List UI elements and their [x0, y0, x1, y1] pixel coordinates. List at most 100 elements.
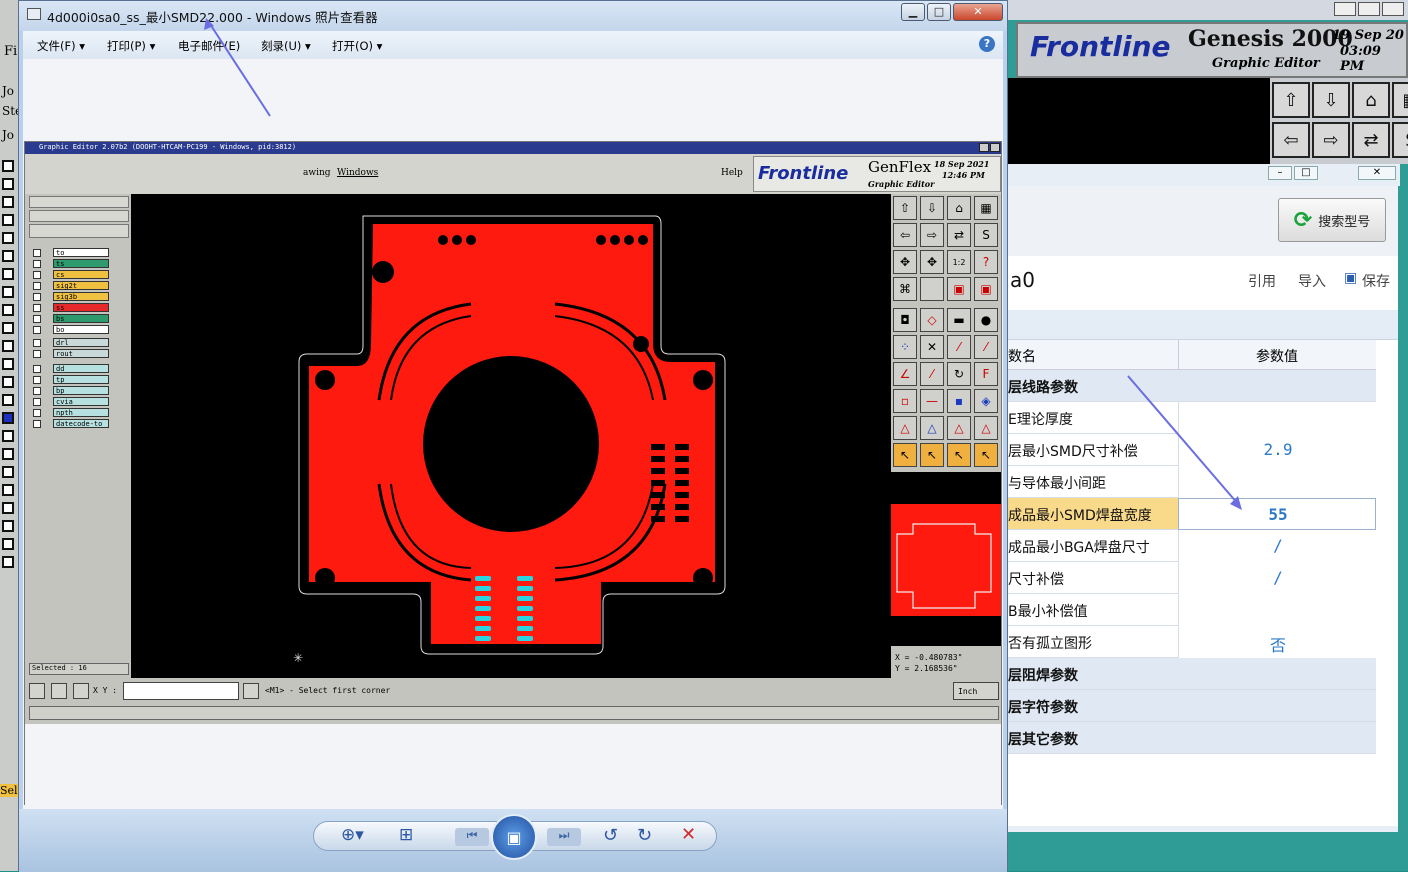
background-checkbox[interactable]: [2, 250, 14, 262]
tool-icon[interactable]: ✥: [920, 250, 944, 274]
ge-grid-icon[interactable]: [51, 683, 67, 699]
layer-checkbox[interactable]: [33, 260, 41, 268]
help-icon[interactable]: ?: [979, 36, 995, 52]
layer-item[interactable]: to: [53, 248, 109, 257]
units-select[interactable]: Inch: [953, 682, 999, 700]
tool-icon[interactable]: 1:2: [947, 250, 971, 274]
table-row[interactable]: 成品最小SMD焊盘宽度 55: [1008, 498, 1376, 530]
param-value-cell[interactable]: /: [1178, 530, 1376, 562]
tool-icon[interactable]: ◘: [893, 308, 917, 332]
tool-icon[interactable]: ⇧: [893, 196, 917, 220]
ge-left-field[interactable]: [29, 210, 129, 222]
ge-menu-help[interactable]: Help: [721, 168, 743, 178]
background-checkbox[interactable]: [2, 394, 14, 406]
tool-icon[interactable]: △: [947, 416, 971, 440]
tool-icon[interactable]: ▣: [974, 277, 998, 301]
ge-info-icon[interactable]: [243, 683, 259, 699]
ge-menu-drawing[interactable]: awing: [303, 168, 331, 178]
table-row[interactable]: 层最小SMD尺寸补偿 2.9: [1008, 434, 1376, 466]
tool-icon[interactable]: ⌘: [893, 277, 917, 301]
background-checkbox[interactable]: [2, 196, 14, 208]
table-section-row[interactable]: 层线路参数: [1008, 370, 1376, 402]
tool-icon[interactable]: ⁄: [974, 335, 998, 359]
background-checkbox[interactable]: [2, 520, 14, 532]
table-row[interactable]: 成品最小BGA焊盘尺寸 /: [1008, 530, 1376, 562]
background-checkbox[interactable]: [2, 214, 14, 226]
zoom-icon[interactable]: ⊕▾: [341, 825, 364, 845]
table-section-row[interactable]: 层其它参数: [1008, 722, 1376, 754]
pcb-canvas[interactable]: ✳: [131, 194, 891, 678]
tool-icon[interactable]: ⇦: [893, 223, 917, 247]
layer-item[interactable]: sig3b: [53, 292, 109, 301]
menu-file[interactable]: 文件(F) ▾: [37, 38, 85, 54]
layer-item[interactable]: cvia: [53, 397, 109, 406]
table-section-row[interactable]: 层阻焊参数: [1008, 658, 1376, 690]
tool-icon[interactable]: ↖: [947, 443, 971, 467]
rotate-ccw-icon[interactable]: ↺: [603, 825, 618, 846]
tool-icon[interactable]: ⁄: [920, 362, 944, 386]
param-value-cell[interactable]: 否: [1178, 626, 1376, 658]
tool-icon[interactable]: ●: [974, 308, 998, 332]
close-button[interactable]: ✕: [1358, 166, 1396, 180]
background-checkbox[interactable]: [2, 358, 14, 370]
fit-icon[interactable]: ⊞: [399, 825, 413, 845]
background-checkbox[interactable]: [2, 160, 14, 172]
tool-icon[interactable]: ▪: [947, 389, 971, 413]
layer-checkbox[interactable]: [33, 282, 41, 290]
search-model-button[interactable]: ⟳ 搜索型号: [1278, 198, 1386, 242]
tool-icon[interactable]: ⌂: [947, 196, 971, 220]
delete-icon[interactable]: ✕: [681, 824, 696, 845]
home-icon[interactable]: ⌂: [1352, 82, 1390, 118]
tool-icon[interactable]: ⇄: [947, 223, 971, 247]
layer-item[interactable]: dd: [53, 364, 109, 373]
ge-minimap[interactable]: [891, 504, 1001, 616]
down-icon[interactable]: ⇩: [1312, 82, 1350, 118]
tool-icon[interactable]: ◈: [974, 389, 998, 413]
table-row[interactable]: E理论厚度: [1008, 402, 1376, 434]
param-value-cell[interactable]: 2.9: [1178, 434, 1376, 466]
background-checkbox[interactable]: [2, 538, 14, 550]
ge-snap-icon[interactable]: [29, 683, 45, 699]
maximize-button[interactable]: □: [927, 3, 951, 21]
up-icon[interactable]: ⇧: [1272, 82, 1310, 118]
layer-item[interactable]: ts: [53, 259, 109, 268]
reference-button[interactable]: 引用: [1248, 271, 1276, 291]
layer-checkbox[interactable]: [33, 365, 41, 373]
left-icon[interactable]: ⇦: [1272, 122, 1310, 158]
tool-icon[interactable]: ▦: [974, 196, 998, 220]
table-row[interactable]: 尺寸补偿 /: [1008, 562, 1376, 594]
tool-icon[interactable]: ▫: [893, 389, 917, 413]
tool-icon[interactable]: △: [974, 416, 998, 440]
tool-icon[interactable]: ⇩: [920, 196, 944, 220]
right-icon[interactable]: ⇨: [1312, 122, 1350, 158]
layer-item[interactable]: rout: [53, 349, 109, 358]
swap-icon[interactable]: ⇄: [1352, 122, 1390, 158]
background-checkbox[interactable]: [2, 340, 14, 352]
background-checkbox[interactable]: [2, 412, 14, 424]
menu-burn[interactable]: 刻录(U) ▾: [261, 38, 311, 54]
table-row[interactable]: 与导体最小间距: [1008, 466, 1376, 498]
minimize-button[interactable]: [1334, 2, 1356, 16]
layer-checkbox[interactable]: [33, 249, 41, 257]
save-icon[interactable]: ▣: [1344, 270, 1357, 286]
layer-checkbox[interactable]: [33, 315, 41, 323]
layer-checkbox[interactable]: [33, 304, 41, 312]
import-button[interactable]: 导入: [1298, 271, 1326, 291]
next-button[interactable]: ⏭: [547, 828, 581, 846]
layer-checkbox[interactable]: [33, 387, 41, 395]
tool-icon[interactable]: ✕: [920, 335, 944, 359]
tool-icon[interactable]: —: [920, 389, 944, 413]
tool-icon[interactable]: [920, 277, 944, 301]
slideshow-button[interactable]: ▣: [491, 814, 537, 860]
layer-item[interactable]: tp: [53, 375, 109, 384]
menu-open[interactable]: 打开(O) ▾: [332, 38, 382, 54]
table-row[interactable]: B最小补偿值: [1008, 594, 1376, 626]
layer-item[interactable]: bo: [53, 325, 109, 334]
background-checkbox[interactable]: [2, 376, 14, 388]
layer-item[interactable]: npth: [53, 408, 109, 417]
tool-icon[interactable]: ↻: [947, 362, 971, 386]
ge-left-field[interactable]: [29, 196, 129, 208]
tool-icon[interactable]: ⇨: [920, 223, 944, 247]
tool-icon[interactable]: ▣: [947, 277, 971, 301]
previous-button[interactable]: ⏮: [455, 828, 489, 846]
